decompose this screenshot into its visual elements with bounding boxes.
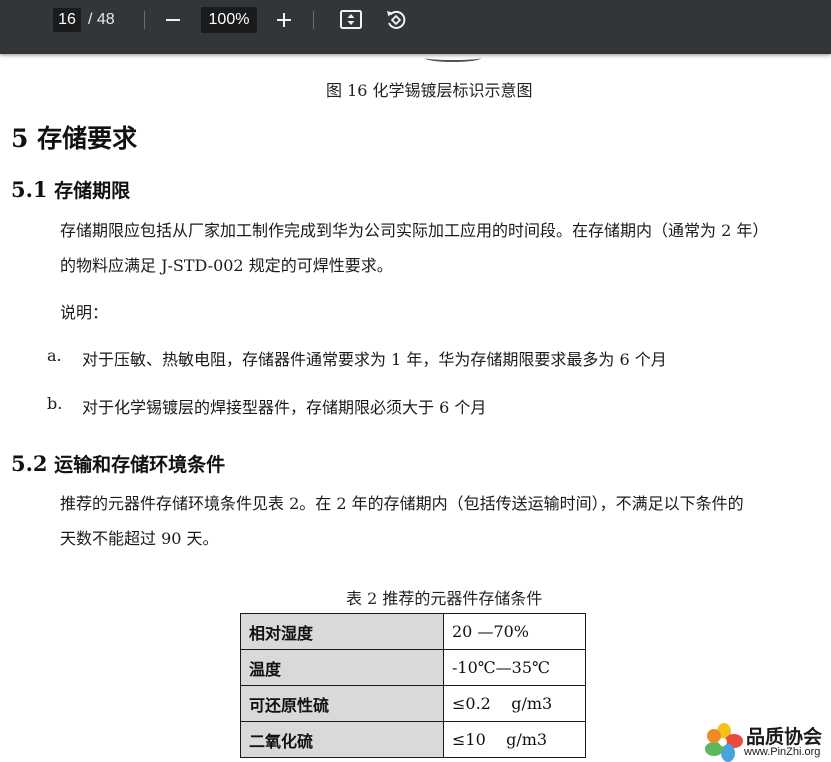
section-title: 运输和存储环境条件 xyxy=(54,454,226,476)
list-item-marker: a. xyxy=(47,346,62,365)
page-number-input[interactable]: 16 xyxy=(53,8,81,32)
table-row: 温度 -10℃—35℃ xyxy=(240,649,586,686)
table-cell-value: -10℃—35℃ xyxy=(443,649,586,686)
zoom-in-button[interactable] xyxy=(270,6,298,34)
site-watermark: 品质协会 www.PinZhi.org xyxy=(704,722,831,762)
section-title: 存储期限 xyxy=(54,180,131,202)
rotate-button[interactable] xyxy=(382,6,410,34)
table-cell-value: 20 —70% xyxy=(443,613,586,650)
watermark-url: www.PinZhi.org xyxy=(744,746,821,758)
section-heading-5-2: 5.2 运输和存储环境条件 xyxy=(11,450,225,477)
table-row: 二氧化硫 ≤10 g/m3 xyxy=(240,721,586,758)
section-number: 5 xyxy=(11,124,29,153)
list-item: 对于压敏、热敏电阻，存储器件通常要求为 1 年，华为存储期限要求最多为 6 个月 xyxy=(82,350,667,369)
paragraph-line: 的物料应满足 J-STD-002 规定的可焊性要求。 xyxy=(60,256,393,275)
fit-page-button[interactable] xyxy=(337,6,365,34)
fit-page-icon xyxy=(340,10,362,29)
pdf-toolbar: 16 / 48 100% xyxy=(0,0,831,54)
storage-conditions-table: 相对湿度 20 —70% 温度 -10℃—35℃ 可还原性硫 ≤0.2 g/m3… xyxy=(240,613,586,758)
note-label: 说明： xyxy=(60,303,109,322)
toolbar-divider xyxy=(313,11,314,29)
toolbar-divider xyxy=(144,11,145,29)
watermark-name: 品质协会 xyxy=(746,726,823,748)
table-row: 相对湿度 20 —70% xyxy=(240,613,586,650)
zoom-in-icon xyxy=(277,13,291,27)
figure-caption: 图 16 化学锡镀层标识示意图 xyxy=(326,81,533,100)
zoom-out-button[interactable] xyxy=(159,6,187,34)
section-number: 5.2 xyxy=(11,451,48,476)
table-cell-value: ≤10 g/m3 xyxy=(443,721,586,758)
page-total: / 48 xyxy=(88,11,115,28)
table-cell-label: 二氧化硫 xyxy=(240,721,444,758)
table-cell-label: 温度 xyxy=(240,649,444,686)
table-cell-label: 可还原性硫 xyxy=(240,685,444,722)
rotate-icon xyxy=(387,10,406,29)
paragraph-line: 存储期限应包括从厂家加工制作完成到华为公司实际加工应用的时间段。在存储期内（通常… xyxy=(60,221,769,240)
paragraph-line: 天数不能超过 90 天。 xyxy=(60,529,219,548)
zoom-out-icon xyxy=(166,19,180,21)
table-cell-label: 相对湿度 xyxy=(240,613,444,650)
paragraph-line: 推荐的元器件存储环境条件见表 2。在 2 年的存储期内（包括传送运输时间），不满… xyxy=(60,494,744,513)
figure-edge xyxy=(425,54,481,62)
section-heading-5: 5 存储要求 xyxy=(11,119,137,155)
section-heading-5-1: 5.1 存储期限 xyxy=(11,176,130,203)
table-cell-value: ≤0.2 g/m3 xyxy=(443,685,586,722)
table-caption: 表 2 推荐的元器件存储条件 xyxy=(346,589,543,608)
pdf-page: 图 16 化学锡镀层标识示意图 5 存储要求 5.1 存储期限 存储期限应包括从… xyxy=(0,0,831,762)
section-title: 存储要求 xyxy=(37,124,138,153)
list-item: 对于化学锡镀层的焊接型器件，存储期限必须大于 6 个月 xyxy=(82,398,487,417)
table-row: 可还原性硫 ≤0.2 g/m3 xyxy=(240,685,586,722)
section-number: 5.1 xyxy=(11,177,48,202)
list-item-marker: b. xyxy=(47,394,63,413)
flower-logo-icon xyxy=(705,723,743,762)
zoom-level-input[interactable]: 100% xyxy=(201,7,257,33)
